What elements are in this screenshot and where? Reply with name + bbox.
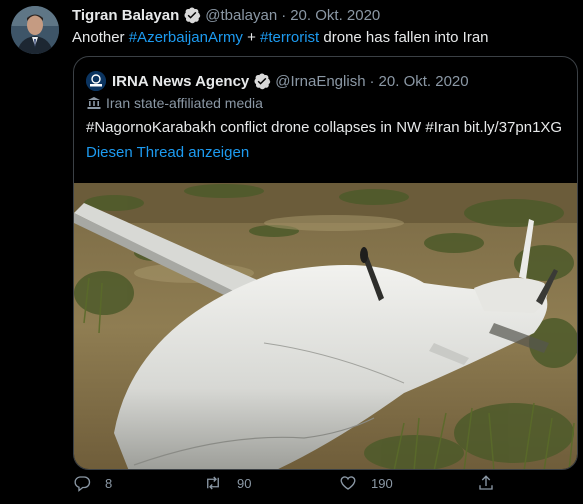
author-handle[interactable]: @tbalayan bbox=[205, 7, 277, 24]
state-media-text: Iran state-affiliated media bbox=[106, 95, 263, 111]
quoted-tweet[interactable]: IRNA News Agency @IrnaEnglish · 20. Okt.… bbox=[73, 56, 578, 470]
show-thread-link[interactable]: Diesen Thread anzeigen bbox=[86, 144, 249, 161]
tweet-text-segment: Another bbox=[72, 29, 129, 46]
retweet-icon bbox=[207, 476, 219, 490]
verified-badge-icon bbox=[254, 73, 271, 90]
author-avatar[interactable] bbox=[11, 6, 59, 54]
tweet-text-segment: + bbox=[242, 29, 261, 46]
verified-badge-icon bbox=[184, 7, 201, 24]
share-icon bbox=[479, 475, 493, 490]
author-photo bbox=[11, 6, 59, 54]
share-button[interactable] bbox=[477, 474, 509, 492]
separator-dot: · bbox=[281, 6, 287, 24]
government-building-icon bbox=[87, 97, 101, 109]
retweet-count: 90 bbox=[237, 475, 252, 491]
reply-count: 8 bbox=[105, 475, 113, 491]
quoted-text: #NagornoKarabakh conflict drone collapse… bbox=[86, 119, 563, 136]
tweet-header: Tigran Balayan @tbalayan · 20. Okt. 2020 bbox=[72, 4, 577, 26]
separator-dot: · bbox=[369, 72, 375, 90]
irna-logo-icon bbox=[86, 71, 106, 91]
reply-button[interactable]: 8 bbox=[73, 474, 112, 492]
hashtag-link[interactable]: #terrorist bbox=[260, 29, 319, 46]
quoted-avatar[interactable] bbox=[86, 71, 106, 91]
author-name[interactable]: Tigran Balayan bbox=[72, 7, 179, 24]
tweet-text: Another #AzerbaijanArmy + #terrorist dro… bbox=[72, 28, 577, 48]
quoted-author-name[interactable]: IRNA News Agency bbox=[112, 73, 249, 90]
retweet-button[interactable]: 90 bbox=[203, 474, 251, 492]
reply-icon bbox=[74, 476, 91, 492]
like-count: 190 bbox=[371, 475, 393, 491]
quoted-handle[interactable]: @IrnaEnglish bbox=[275, 73, 365, 90]
tweet-text-segment: drone has fallen into Iran bbox=[319, 29, 489, 46]
hashtag-link[interactable]: #AzerbaijanArmy bbox=[129, 29, 243, 46]
quoted-date[interactable]: 20. Okt. 2020 bbox=[379, 73, 469, 90]
quoted-header: IRNA News Agency @IrnaEnglish · 20. Okt.… bbox=[86, 69, 469, 93]
drone-photo[interactable] bbox=[74, 183, 578, 470]
tweet-actions: 8 90 190 bbox=[72, 474, 577, 496]
tweet: Tigran Balayan @tbalayan · 20. Okt. 2020… bbox=[72, 4, 578, 470]
tweet-date[interactable]: 20. Okt. 2020 bbox=[290, 7, 380, 24]
like-button[interactable]: 190 bbox=[339, 474, 393, 492]
state-media-label[interactable]: Iran state-affiliated media bbox=[86, 95, 263, 111]
heart-icon bbox=[340, 476, 356, 490]
